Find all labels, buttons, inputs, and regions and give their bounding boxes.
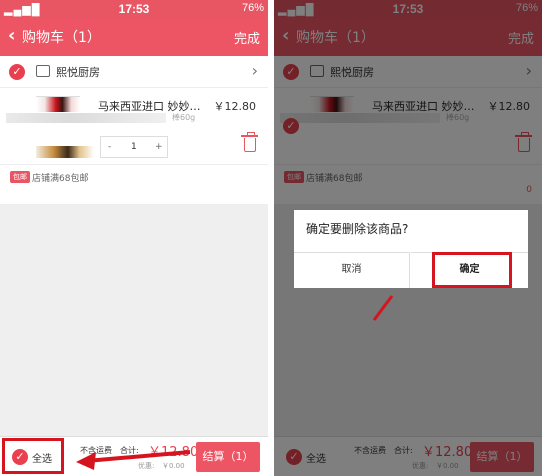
annotation-arrow: [76, 450, 191, 470]
cart-screen-left: ▂▄▆█ 17:53 76% ‹ 购物车（1） 完成 ✓ 熙悦厨房 › 马来西亚…: [0, 0, 268, 476]
cart-screen-right: ▂▄▆█ 17:53 76% ‹ 购物车（1） 完成 ✓ 熙悦厨房 › 马来西亚…: [274, 0, 542, 476]
annotation-arrow: [372, 295, 394, 321]
